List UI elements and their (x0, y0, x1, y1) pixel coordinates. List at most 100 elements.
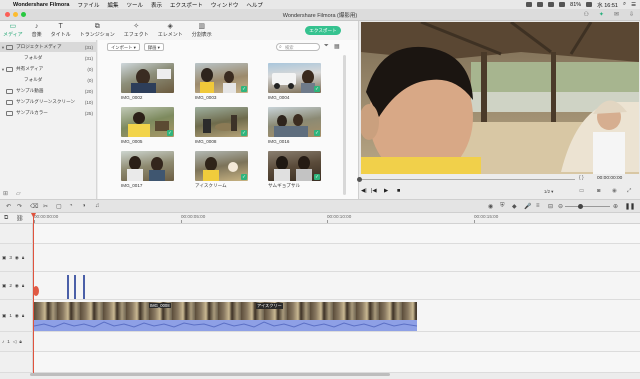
media-scrollbar[interactable] (343, 55, 346, 195)
sidebar-item-sample-video[interactable]: サンプル動画 (20) (0, 86, 97, 96)
media-thumbnail[interactable]: ✓ (121, 107, 174, 137)
bracket-icon[interactable]: { } (579, 175, 584, 181)
filter-icon[interactable]: ⏷ (324, 43, 329, 50)
clock[interactable]: 水 16:51 (597, 1, 618, 9)
sidebar-item-project-media[interactable]: ▼ プロジェクトメディア (31) (0, 42, 97, 52)
tab-media[interactable]: ▭ メディア (3, 23, 23, 40)
preview-quality-dropdown[interactable]: 1/2 ▾ (544, 189, 553, 195)
timeline-track-video-3[interactable]: ▣ 3 ◉ 🔒︎ (0, 244, 640, 272)
folder-open-icon[interactable]: ▱ (16, 190, 21, 197)
search-icon[interactable]: ⌕ (623, 1, 626, 8)
media-thumbnail[interactable]: ✓ (195, 151, 248, 181)
timeline-track-video-1[interactable]: ▣ 1 ◉ 🔒︎ IMG_0008 アイスクリー (0, 300, 640, 332)
audio-icon[interactable]: ♫ (95, 203, 100, 209)
sidebar-item-sample-green-screen[interactable]: サンプルグリーンスクリーン (10) (0, 97, 97, 107)
video-clip-strip[interactable]: IMG_0008 アイスクリー (34, 302, 417, 320)
rewind-icon[interactable]: |◀ (371, 188, 377, 194)
media-thumbnail[interactable]: ✓ (195, 63, 248, 93)
volume-icon[interactable]: ◉ (612, 188, 617, 194)
timeline-zoom-slider[interactable] (565, 206, 610, 208)
zoom-slider-knob[interactable] (578, 204, 583, 209)
timeline-track-audio-1[interactable]: ♪ 1 ◁ 🔒︎ (0, 332, 640, 352)
zoom-out-icon[interactable]: ⊖ (558, 203, 563, 210)
redo-icon[interactable]: ↷ (17, 203, 22, 210)
media-thumbnail[interactable] (121, 63, 174, 93)
lock-icon[interactable]: 🔒︎ (22, 313, 24, 318)
search-input[interactable]: ⌕ 検索 (276, 43, 320, 51)
audio-waveform-clip[interactable] (33, 320, 418, 331)
tab-split-screen[interactable]: ▥ 分割表示 (192, 23, 212, 40)
media-thumbnail[interactable]: ✓ (268, 63, 321, 93)
status-icon[interactable] (526, 2, 533, 7)
lock-icon[interactable]: 🔒︎ (19, 339, 21, 344)
crop-icon[interactable]: ▢ (56, 203, 62, 210)
media-thumbnail[interactable]: ✓ (268, 107, 321, 137)
menu-window[interactable]: ウィンドウ (211, 1, 239, 9)
timeline-playhead[interactable] (33, 213, 34, 373)
stop-icon[interactable]: ■ (397, 188, 400, 194)
split-icon[interactable]: ⊟ (548, 203, 553, 210)
sidebar-item-shared-media[interactable]: ▼ 共有メディア (0) (0, 64, 97, 74)
microphone-icon[interactable]: 🎤 (524, 203, 531, 210)
notification-icon[interactable]: ✉ (614, 11, 619, 18)
menu-app-name[interactable]: Wondershare Filmora (13, 2, 69, 8)
pause-icon[interactable]: ❚❚ (625, 203, 635, 210)
grid-view-icon[interactable]: ▦ (334, 43, 340, 50)
render-icon[interactable]: ◉ (488, 203, 493, 210)
tab-transition[interactable]: ⧉ トランジション (80, 23, 115, 40)
zoom-in-icon[interactable]: ⊕ (613, 203, 618, 210)
fullscreen-icon[interactable]: ⤢ (627, 188, 631, 195)
timeline-track-empty[interactable] (0, 352, 640, 373)
preview-playhead-knob[interactable] (357, 177, 362, 182)
gift-icon[interactable]: ✦ (599, 11, 604, 18)
step-back-icon[interactable]: ◀| (361, 188, 367, 194)
eye-icon[interactable]: ◉ (15, 313, 19, 319)
timeline-clip-thin[interactable] (74, 275, 76, 299)
battery-icon[interactable] (586, 2, 593, 7)
eye-icon[interactable]: ◉ (15, 255, 19, 261)
preview-progress-bar[interactable] (359, 179, 575, 181)
media-thumbnail[interactable]: ✓ (195, 107, 248, 137)
tab-title[interactable]: T タイトル (51, 23, 71, 40)
timeline-clip-thin[interactable] (67, 275, 69, 299)
sidebar-item-project-folder[interactable]: フォルダ (31) (0, 53, 97, 63)
lock-icon[interactable]: 🔒︎ (22, 283, 24, 288)
menu-view[interactable]: 表示 (151, 1, 162, 9)
menu-tools[interactable]: ツール (126, 1, 143, 9)
tab-element[interactable]: ◈ エレメント (158, 23, 183, 40)
account-icon[interactable]: ⚇ (584, 11, 589, 18)
timeline-track-video-2[interactable]: ▣ 2 ◉ 🔒︎ (0, 272, 640, 300)
undo-icon[interactable]: ↶ (6, 203, 11, 210)
speaker-icon[interactable]: ◁ (13, 339, 17, 345)
import-dropdown[interactable]: インポート ▾ (107, 43, 140, 51)
download-icon[interactable]: ⇩ (629, 11, 634, 18)
lock-icon[interactable]: 🔒︎ (22, 255, 24, 260)
timeline-clip-thin[interactable] (83, 275, 85, 299)
display-icon[interactable]: ▭ (579, 188, 584, 194)
layers-icon[interactable]: ≡ (536, 203, 540, 209)
sidebar-item-sample-color[interactable]: サンプルカラー (25) (0, 108, 97, 118)
status-icon[interactable] (537, 2, 544, 7)
record-dropdown[interactable]: 録画 ▾ (143, 43, 164, 51)
media-thumbnail[interactable]: ✓ (268, 151, 321, 181)
menu-list-icon[interactable]: ☰ (631, 2, 636, 8)
status-icon[interactable] (548, 2, 555, 7)
menu-export[interactable]: エクスポート (170, 1, 203, 9)
timeline-scrollbar[interactable] (30, 373, 390, 376)
tab-music[interactable]: ♪ 音楽 (32, 23, 42, 40)
eye-icon[interactable]: ◉ (15, 283, 19, 289)
new-folder-icon[interactable]: ⊞ (3, 190, 8, 197)
export-button[interactable]: エクスポート (305, 26, 341, 35)
menu-file[interactable]: ファイル (77, 1, 99, 9)
timeline-ruler[interactable]: ⧉ ⛓ 00:00:00:00 00:00:05:00 00:00:10:00 … (0, 213, 640, 224)
link-icon[interactable]: ⛓ (16, 215, 24, 222)
camera-icon[interactable]: ◙ (597, 188, 600, 194)
tab-effect[interactable]: ✧ エフェクト (124, 23, 149, 40)
delete-icon[interactable]: ⌫ (30, 203, 38, 210)
shield-icon[interactable]: ⛨ (500, 203, 505, 210)
play-icon[interactable]: ▶ (384, 188, 388, 194)
menu-edit[interactable]: 編集 (107, 1, 118, 9)
wifi-icon[interactable] (559, 2, 566, 7)
marker-icon[interactable]: ◆ (512, 203, 517, 210)
preview-video[interactable] (361, 22, 639, 174)
